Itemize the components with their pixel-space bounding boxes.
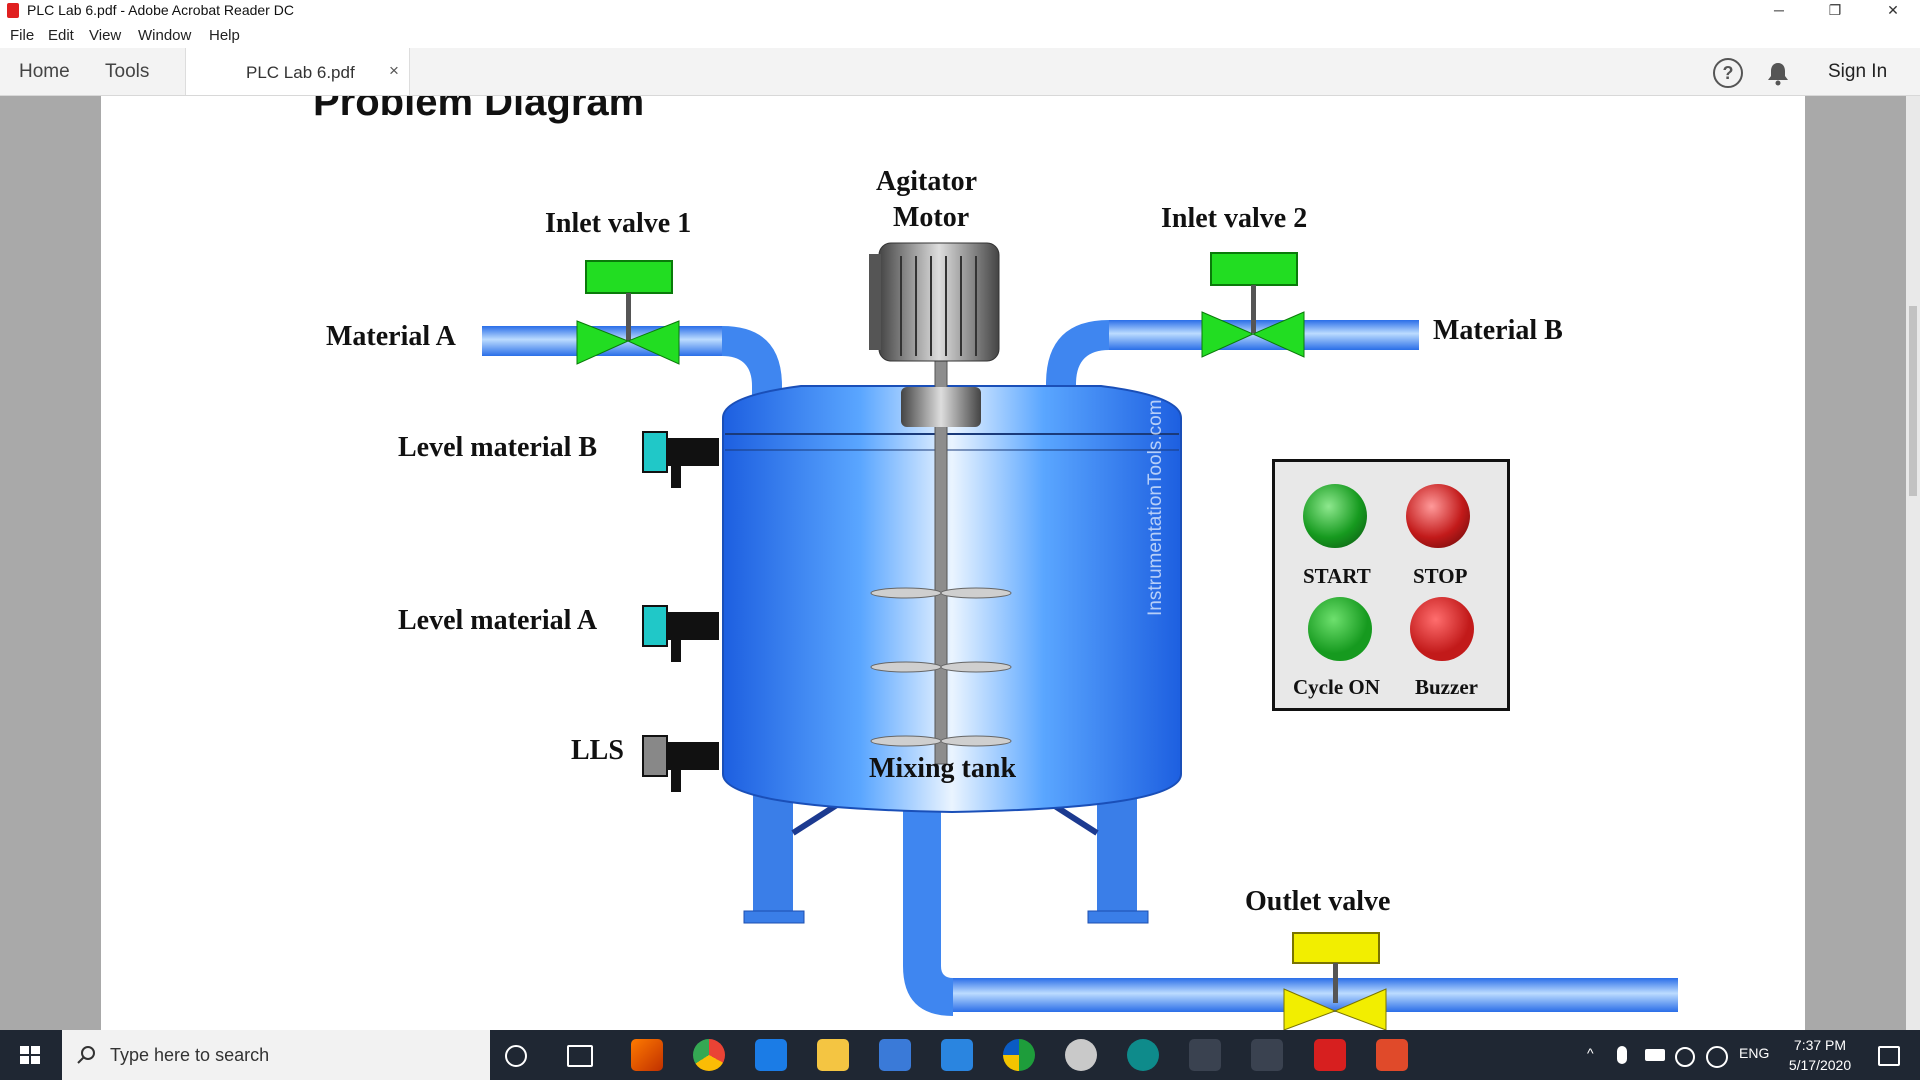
taskbar: Type here to search ^ ENG 7:37 PM 5/17/2… <box>0 1030 1920 1080</box>
document-tab-label: PLC Lab 6.pdf <box>246 63 355 82</box>
tab-document[interactable]: PLC Lab 6.pdf × <box>185 48 410 95</box>
edge-icon[interactable] <box>755 1039 787 1071</box>
label-outlet-valve: Outlet valve <box>1245 886 1391 917</box>
tray-chevron-icon[interactable]: ^ <box>1587 1045 1594 1061</box>
matlab-icon[interactable] <box>631 1039 663 1071</box>
close-tab-icon[interactable]: × <box>389 61 399 81</box>
network-globe-icon[interactable] <box>1706 1046 1728 1068</box>
lls-sensor-icon <box>642 735 719 792</box>
store-icon[interactable] <box>879 1039 911 1071</box>
sign-in-button[interactable]: Sign In <box>1828 61 1887 83</box>
volume-icon[interactable] <box>1675 1047 1695 1067</box>
menu-edit[interactable]: Edit <box>48 27 74 44</box>
menu-view[interactable]: View <box>89 27 121 44</box>
notification-center-icon[interactable] <box>1878 1046 1900 1066</box>
agitator-motor-icon <box>869 242 1000 362</box>
chrome-icon[interactable] <box>693 1039 725 1071</box>
restore-button[interactable]: ❐ <box>1812 0 1858 22</box>
app-icon-1[interactable] <box>1003 1039 1035 1071</box>
tab-bar: Home Tools PLC Lab 6.pdf × ? Sign In <box>0 48 1920 96</box>
label-agitator: Agitator <box>876 166 978 197</box>
acrobat-app-icon <box>7 3 19 18</box>
task-view-icon[interactable] <box>567 1045 593 1067</box>
cycle-on-lamp-icon <box>1308 597 1372 661</box>
label-inlet-valve-2: Inlet valve 2 <box>1161 203 1308 234</box>
search-placeholder: Type here to search <box>110 1045 270 1065</box>
mixing-tank-body <box>722 385 1182 814</box>
app-icon-2[interactable] <box>1065 1039 1097 1071</box>
label-stop: STOP <box>1413 564 1468 588</box>
label-level-material-a: Level material A <box>398 605 598 636</box>
process-diagram <box>482 242 1678 1030</box>
vertical-scrollbar[interactable] <box>1906 96 1920 1030</box>
control-panel: START STOP Cycle ON Buzzer <box>1272 459 1510 711</box>
label-buzzer: Buzzer <box>1415 675 1478 699</box>
cortana-icon[interactable] <box>505 1045 527 1067</box>
label-motor: Motor <box>893 202 970 233</box>
clock-time: 7:37 PM <box>1793 1037 1847 1053</box>
label-start: START <box>1303 564 1371 588</box>
start-button-icon <box>1303 484 1367 548</box>
level-sensor-a-icon <box>642 605 719 662</box>
document-viewer[interactable]: Problem Diagram Inlet valve 1 Agitator M… <box>0 96 1920 1030</box>
pdf-page: Problem Diagram Inlet valve 1 Agitator M… <box>101 96 1805 1030</box>
search-icon <box>77 1046 95 1064</box>
close-window-button[interactable]: ✕ <box>1870 0 1916 22</box>
title-bar: PLC Lab 6.pdf - Adobe Acrobat Reader DC … <box>0 0 1920 22</box>
minimize-button[interactable]: ─ <box>1756 0 1802 22</box>
label-level-material-b: Level material B <box>398 432 598 463</box>
scrollbar-thumb[interactable] <box>1909 306 1917 496</box>
label-material-a: Material A <box>326 321 456 352</box>
app-icon-3[interactable] <box>1376 1039 1408 1071</box>
microphone-icon[interactable] <box>1617 1046 1627 1064</box>
help-icon[interactable]: ? <box>1713 58 1743 88</box>
logo-soft-icon-2[interactable] <box>1251 1039 1283 1071</box>
label-material-b: Material B <box>1433 315 1563 346</box>
mail-icon[interactable] <box>941 1039 973 1071</box>
label-lls: LLS <box>571 735 624 766</box>
tab-home[interactable]: Home <box>19 61 70 83</box>
window-title: PLC Lab 6.pdf - Adobe Acrobat Reader DC <box>27 2 294 18</box>
watermark-text: InstrumentationTools.com <box>1145 399 1166 617</box>
file-explorer-icon[interactable] <box>817 1039 849 1071</box>
label-cycle-on: Cycle ON <box>1293 675 1380 699</box>
clock-date: 5/17/2020 <box>1788 1057 1852 1073</box>
acrobat-taskbar-icon[interactable] <box>1314 1039 1346 1071</box>
stop-button-icon <box>1406 484 1470 548</box>
language-indicator[interactable]: ENG <box>1739 1045 1769 1061</box>
menu-help[interactable]: Help <box>209 27 240 44</box>
label-mixing-tank: Mixing tank <box>869 753 1017 784</box>
windows-start-icon[interactable] <box>0 1030 60 1080</box>
taskbar-search[interactable]: Type here to search <box>62 1030 490 1080</box>
inlet-pipe-a <box>482 326 782 396</box>
arduino-icon[interactable] <box>1127 1039 1159 1071</box>
buzzer-lamp-icon <box>1410 597 1474 661</box>
level-sensor-b-icon <box>642 431 719 488</box>
bell-icon[interactable] <box>1765 60 1791 86</box>
taskbar-clock[interactable]: 7:37 PM 5/17/2020 <box>1772 1035 1868 1075</box>
menu-window[interactable]: Window <box>138 27 191 44</box>
logo-soft-icon-1[interactable] <box>1189 1039 1221 1071</box>
menu-file[interactable]: File <box>10 27 34 44</box>
menu-bar: File Edit View Window Help <box>0 22 1920 48</box>
tab-tools[interactable]: Tools <box>105 61 149 83</box>
battery-icon[interactable] <box>1645 1049 1665 1061</box>
label-inlet-valve-1: Inlet valve 1 <box>545 208 692 239</box>
